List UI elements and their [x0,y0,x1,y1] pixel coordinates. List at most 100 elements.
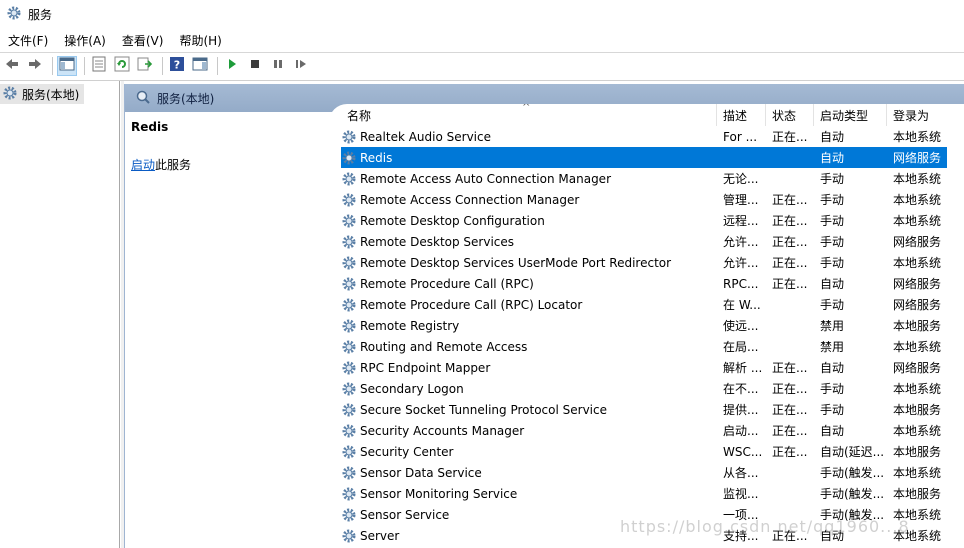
service-row[interactable]: Secure Socket Tunneling Protocol Service… [341,399,947,420]
workspace: 服务(本地) 服务(本地) Redis 启动此服务 ^ 名称 描述 状态 启动类… [0,80,964,548]
service-row[interactable]: Remote Access Connection Manager 管理... 正在.… [341,189,947,210]
service-description-cell: 在不... [723,382,759,396]
show-action-pane-button[interactable] [190,56,210,76]
service-logon-cell: 本地系统 [893,424,942,438]
start-service-icon [224,56,240,75]
service-gear-icon [341,462,359,483]
service-description-cell: 允许... [723,235,759,249]
service-description-cell: 允许... [723,256,759,270]
service-row[interactable]: Sensor Monitoring Service 监视... 手动(触发... 本地… [341,483,947,504]
service-description-cell: RPC... [723,276,759,291]
service-status-cell: 正在... [772,361,808,375]
service-name-cell: Sensor Monitoring Service [360,486,518,501]
service-logon-cell: 本地系统 [893,340,942,354]
toolbar-separator [217,56,218,75]
search-gear-icon [135,89,151,108]
service-startup-type-cell: 手动 [820,193,845,207]
service-name-cell: Remote Access Connection Manager [360,192,580,207]
service-startup-type-cell: 自动 [820,361,845,375]
column-header-description[interactable]: 描述 [717,104,766,126]
service-row[interactable]: Remote Procedure Call (RPC) RPC... 正在... 自动… [341,273,947,294]
service-name-cell: Security Accounts Manager [360,423,525,438]
service-logon-cell: 网络服务 [893,235,942,249]
restart-service-button[interactable] [291,56,311,76]
service-description-cell: 监视... [723,487,759,501]
menu-help[interactable]: 帮助(H) [179,32,221,49]
window-title: 服务 [28,7,53,22]
service-description-cell: 管理... [723,193,759,207]
service-row[interactable]: Redis 自动 网络服务 [341,147,947,168]
service-row[interactable]: Remote Desktop Services 允许... 正在... 手动 网络服务 [341,231,947,252]
service-logon-cell: 本地服务 [893,445,942,459]
service-row[interactable]: Remote Desktop Configuration 远程... 正在... 手动… [341,210,947,231]
service-name-cell: Remote Procedure Call (RPC) [360,276,534,291]
service-row[interactable]: Security Accounts Manager 启动... 正在... 自动 本地系… [341,420,947,441]
column-header-startup-type[interactable]: 启动类型 [814,104,887,126]
service-name-cell: Remote Procedure Call (RPC) Locator [360,297,583,312]
title-bar: 服务 [0,0,964,28]
forward-button[interactable] [25,56,45,76]
service-description-cell: 解析 ... [723,361,763,375]
service-description-cell: 在局... [723,340,759,354]
service-description-cell: 远程... [723,214,759,228]
watermark-text: https://blog.csdn.net/qq1960...8 [620,517,910,536]
service-logon-cell: 本地系统 [893,172,942,186]
properties-button[interactable] [89,56,109,76]
column-header-status[interactable]: 状态 [766,104,814,126]
service-description-cell: 无论... [723,172,759,186]
menu-bar: 文件(F) 操作(A) 查看(V) 帮助(H) [0,30,964,50]
service-name-cell: Remote Registry [360,318,460,333]
toolbar-separator [52,56,53,75]
help-button[interactable]: ? [167,56,187,76]
service-gear-icon [341,420,359,441]
service-logon-cell: 本地系统 [893,382,942,396]
export-list-button[interactable] [135,56,155,76]
service-status-cell: 正在... [772,403,808,417]
pause-service-button[interactable] [268,56,288,76]
service-name-cell: Realtek Audio Service [360,129,491,144]
service-startup-type-cell: 手动(触发... [820,487,885,501]
start-service-suffix: 此服务 [155,158,192,172]
service-gear-icon [341,399,359,420]
service-status-cell: 正在... [772,277,808,291]
service-row[interactable]: Remote Procedure Call (RPC) Locator 在 W..… [341,294,947,315]
start-service-link[interactable]: 启动 [131,158,155,172]
service-row[interactable]: Remote Registry 使远... 禁用 本地服务 [341,315,947,336]
service-row[interactable]: Realtek Audio Service For ... 正在... 自动 本地系统 [341,126,947,147]
service-description-cell: 从各... [723,466,759,480]
start-service-button[interactable] [222,56,242,76]
service-row[interactable]: Security Center WSC... 正在... 自动(延迟... 本地服务 [341,441,947,462]
column-header-name[interactable]: 名称 [341,104,717,126]
service-row[interactable]: Sensor Data Service 从各... 手动(触发... 本地系统 [341,462,947,483]
service-gear-icon [341,315,359,336]
service-row[interactable]: Remote Access Auto Connection Manager 无论.… [341,168,947,189]
back-button[interactable] [2,56,22,76]
menu-view[interactable]: 查看(V) [122,32,164,49]
export-list-icon [137,56,153,75]
column-header-log-on-as[interactable]: 登录为 [887,104,947,126]
show-console-tree-button[interactable] [57,55,77,76]
tree-item-services-local[interactable]: 服务(本地) [0,84,84,104]
menu-file[interactable]: 文件(F) [8,32,48,49]
show-action-pane-icon [192,56,208,75]
service-gear-icon [341,336,359,357]
service-row[interactable]: Remote Desktop Services UserMode Port Re… [341,252,947,273]
service-logon-cell: 本地系统 [893,466,942,480]
properties-sheet-icon [91,56,107,75]
service-row[interactable]: Routing and Remote Access 在局... 禁用 本地系统 [341,336,947,357]
start-service-line: 启动此服务 [131,156,191,173]
service-description-cell: WSC... [723,444,763,459]
service-gear-icon [341,252,359,273]
menu-action[interactable]: 操作(A) [64,32,106,49]
service-gear-icon [341,525,359,546]
refresh-button[interactable] [112,56,132,76]
service-status-cell: 正在... [772,214,808,228]
tree-item-label: 服务(本地) [22,87,80,102]
service-row[interactable]: RPC Endpoint Mapper 解析 ... 正在... 自动 网络服务 [341,357,947,378]
service-status-cell: 正在... [772,130,808,144]
services-list: ^ 名称 描述 状态 启动类型 登录为 Realtek Audio Servic… [329,104,964,548]
stop-service-button[interactable] [245,56,265,76]
service-row[interactable]: Secondary Logon 在不... 正在... 手动 本地系统 [341,378,947,399]
service-gear-icon [341,294,359,315]
service-status-cell: 正在... [772,382,808,396]
